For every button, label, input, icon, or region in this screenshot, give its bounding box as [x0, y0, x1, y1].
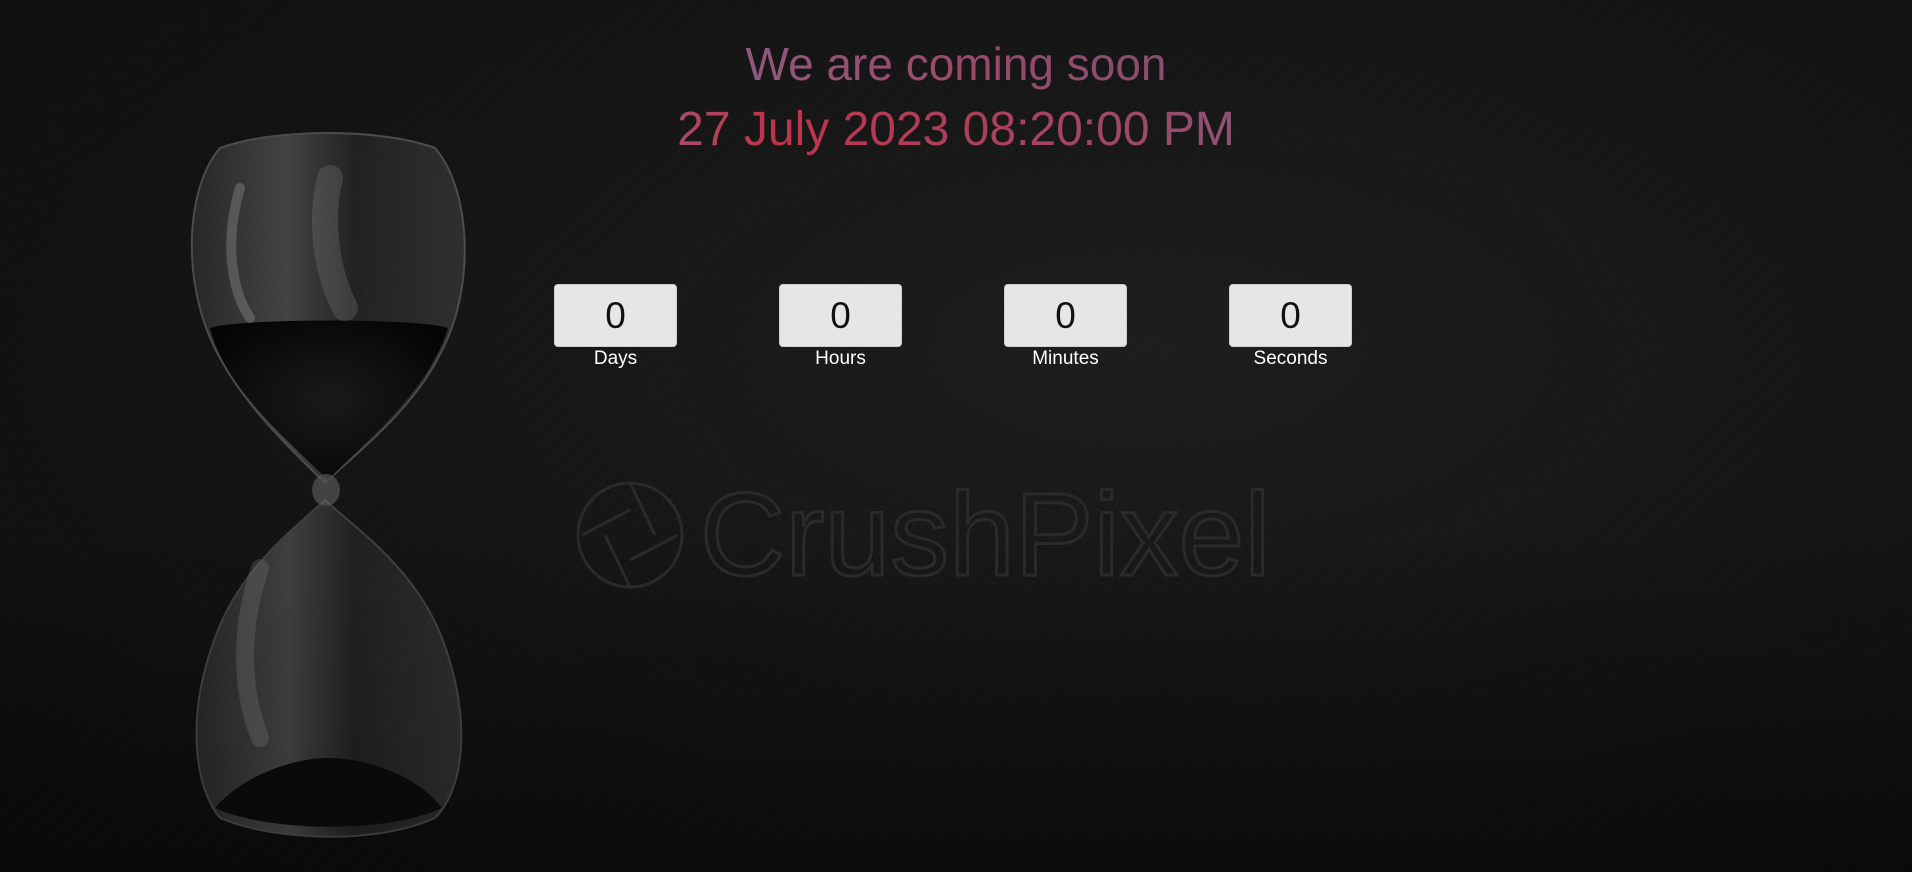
- minutes-label: Minutes: [1032, 348, 1099, 369]
- hours-label: Hours: [815, 348, 866, 369]
- days-label: Days: [593, 348, 638, 369]
- countdown-days: 0 Days: [554, 284, 677, 371]
- countdown-seconds: 0 Seconds: [1229, 284, 1352, 371]
- days-value: 0: [554, 284, 677, 347]
- watermark-text: CrushPixel: [700, 475, 1271, 595]
- page-title: We are coming soon: [0, 36, 1912, 92]
- seconds-value: 0: [1229, 284, 1352, 347]
- launch-datetime: 27 July 2023 08:20:00 PM: [0, 100, 1912, 160]
- hours-value: 0: [779, 284, 902, 347]
- hourglass-image: [190, 132, 466, 838]
- countdown-minutes: 0 Minutes: [1004, 284, 1127, 371]
- countdown-timer: 0 Days 0 Hours 0 Minutes 0 Seconds: [554, 284, 1352, 371]
- minutes-value: 0: [1004, 284, 1127, 347]
- countdown-hours: 0 Hours: [779, 284, 902, 371]
- seconds-label: Seconds: [1253, 348, 1328, 369]
- watermark-logo: CrushPixel: [576, 475, 1272, 595]
